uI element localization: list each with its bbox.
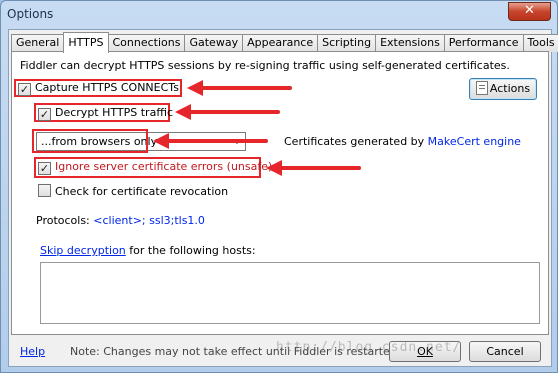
- makecert-link[interactable]: MakeCert engine: [428, 135, 521, 148]
- skip-decryption-link[interactable]: Skip decryption: [40, 244, 126, 257]
- checkbox-check-icon: ✓: [38, 162, 51, 175]
- tab-https[interactable]: HTTPS: [63, 32, 109, 53]
- https-panel: Fiddler can decrypt HTTPS sessions by re…: [11, 51, 549, 335]
- cert-generator-label: Certificates generated by: [284, 135, 428, 148]
- checkbox-check-icon: ✓: [18, 83, 31, 96]
- tab-extensions[interactable]: Extensions: [375, 34, 445, 52]
- tab-gateway[interactable]: Gateway: [184, 34, 244, 52]
- tab-connections[interactable]: Connections: [107, 34, 186, 52]
- protocols-label: Protocols:: [36, 214, 94, 227]
- decrypt-https-label: Decrypt HTTPS traffic: [55, 106, 173, 119]
- annotation-arrow-icon: [266, 160, 361, 176]
- capture-https-label: Capture HTTPS CONNECTs: [35, 81, 179, 94]
- dialog-body: General HTTPS Connections Gateway Appearance…: [8, 29, 558, 367]
- tab-performance[interactable]: Performance: [443, 34, 524, 52]
- actions-label: Actions: [489, 82, 531, 95]
- skip-decryption-row: Skip decryption for the following hosts:: [40, 244, 256, 257]
- cert-revocation-checkbox[interactable]: Check for certificate revocation: [38, 184, 228, 198]
- options-window: Options ✕ General HTTPS Connections Gateway…: [0, 0, 558, 373]
- protocols-row: Protocols: <client>; ssl3;tls1.0: [36, 214, 205, 227]
- certificate-icon: [475, 81, 488, 95]
- skip-decryption-label: for the following hosts:: [125, 244, 256, 257]
- tab-appearance[interactable]: Appearance: [242, 34, 319, 52]
- skip-hosts-textarea[interactable]: [40, 262, 540, 324]
- help-link[interactable]: Help: [20, 345, 45, 358]
- restart-note: Note: Changes may not take effect until …: [70, 345, 401, 358]
- annotation-arrow-icon: [187, 80, 292, 96]
- close-icon[interactable]: ✕: [508, 2, 551, 21]
- decrypt-https-checkbox[interactable]: ✓ Decrypt HTTPS traffic: [38, 106, 173, 121]
- protocols-link[interactable]: <client>; ssl3;tls1.0: [93, 214, 205, 227]
- tab-tools[interactable]: Tools: [522, 34, 558, 52]
- checkbox-check-icon: ✓: [38, 108, 51, 121]
- actions-button[interactable]: Actions: [469, 78, 537, 100]
- highlight-source: [32, 129, 148, 153]
- window-title: Options: [7, 7, 54, 21]
- annotation-arrow-icon: [153, 133, 268, 149]
- cancel-button[interactable]: Cancel: [469, 341, 541, 362]
- ignore-cert-errors-label: Ignore server certificate errors (unsafe…: [55, 160, 273, 173]
- https-description: Fiddler can decrypt HTTPS sessions by re…: [20, 59, 510, 72]
- annotation-arrow-icon: [175, 104, 280, 120]
- ok-button[interactable]: OK: [389, 341, 461, 362]
- capture-https-checkbox[interactable]: ✓ Capture HTTPS CONNECTs: [18, 81, 179, 96]
- ignore-cert-errors-checkbox[interactable]: ✓ Ignore server certificate errors (unsaf…: [38, 160, 272, 175]
- tab-general[interactable]: General: [11, 34, 65, 52]
- cert-revocation-label: Check for certificate revocation: [55, 185, 229, 198]
- tab-strip: General HTTPS Connections Gateway Appearance…: [11, 32, 558, 53]
- cert-generator: Certificates generated by MakeCert engin…: [284, 135, 521, 148]
- tab-scripting[interactable]: Scripting: [317, 34, 377, 52]
